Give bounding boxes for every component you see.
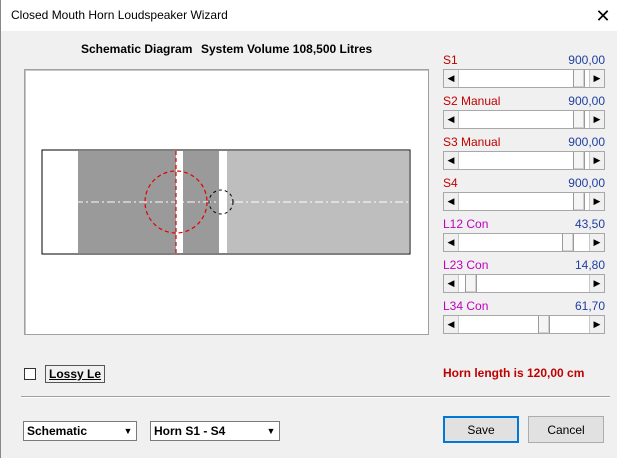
slider-value: 900,00	[568, 53, 605, 67]
arrow-left-icon[interactable]: ◀	[444, 193, 459, 210]
slider-thumb[interactable]	[538, 316, 550, 333]
horn-select-value: Horn S1 - S4	[154, 424, 226, 438]
slider-track[interactable]	[459, 111, 589, 128]
slider-track[interactable]	[459, 152, 589, 169]
arrow-left-icon[interactable]: ◀	[444, 316, 459, 333]
slider-label: L23 Con	[443, 258, 489, 272]
slider-thumb[interactable]	[573, 70, 585, 87]
view-select[interactable]: Schematic ▼	[23, 421, 137, 441]
slider-value: 900,00	[568, 135, 605, 149]
save-button-label: Save	[467, 422, 495, 437]
slider-value: 14,80	[574, 258, 605, 272]
window-title: Closed Mouth Horn Loudspeaker Wizard	[11, 8, 228, 22]
arrow-left-icon[interactable]: ◀	[444, 111, 459, 128]
chevron-down-icon[interactable]: ▼	[263, 422, 279, 440]
arrow-left-icon[interactable]: ◀	[444, 234, 459, 251]
arrow-left-icon[interactable]: ◀	[444, 70, 459, 87]
slider-value: 43,50	[574, 217, 605, 231]
slider-scrollbar[interactable]: ◀ ▶	[443, 69, 605, 88]
slider-label: S1	[443, 53, 458, 67]
slider-label: S3 Manual	[443, 135, 501, 149]
chevron-down-icon[interactable]: ▼	[120, 422, 136, 440]
arrow-right-icon[interactable]: ▶	[589, 234, 604, 251]
slider-label: L12 Con	[443, 217, 489, 231]
system-volume: System Volume 108,500 Litres	[201, 42, 373, 56]
slider-label: S2 Manual	[443, 94, 501, 108]
slider-track[interactable]	[459, 70, 589, 87]
slider-scrollbar[interactable]: ◀ ▶	[443, 233, 605, 252]
slider-scrollbar[interactable]: ◀ ▶	[443, 274, 605, 293]
schematic-canvas	[24, 69, 429, 335]
cancel-button[interactable]: Cancel	[528, 416, 604, 443]
arrow-right-icon[interactable]: ▶	[589, 111, 604, 128]
slider-value: 61,70	[574, 299, 605, 313]
slider-track[interactable]	[459, 275, 589, 292]
slider-value: 900,00	[568, 176, 605, 190]
slider-thumb[interactable]	[573, 152, 585, 169]
horn-schematic	[41, 149, 411, 255]
slider-track[interactable]	[459, 316, 589, 333]
lossy-option[interactable]: Lossy Le	[24, 365, 106, 383]
diagram-heading: Schematic Diagram	[81, 42, 193, 56]
divider	[21, 396, 610, 398]
slider-thumb[interactable]	[573, 193, 585, 210]
slider-track[interactable]	[459, 193, 589, 210]
save-button[interactable]: Save	[443, 416, 519, 443]
view-select-value: Schematic	[27, 424, 88, 438]
horn-length-status: Horn length is 120,00 cm	[443, 366, 585, 380]
slider-thumb[interactable]	[573, 111, 585, 128]
horn-select[interactable]: Horn S1 - S4 ▼	[150, 421, 280, 441]
slider-track[interactable]	[459, 234, 589, 251]
slider-scrollbar[interactable]: ◀ ▶	[443, 315, 605, 334]
slider-scrollbar[interactable]: ◀ ▶	[443, 110, 605, 129]
wizard-window: Closed Mouth Horn Loudspeaker Wizard ✕ S…	[0, 0, 617, 458]
slider-thumb[interactable]	[465, 275, 477, 292]
slider-thumb[interactable]	[562, 234, 574, 251]
cancel-button-label: Cancel	[547, 422, 585, 437]
slider-label: L34 Con	[443, 299, 489, 313]
close-icon[interactable]: ✕	[588, 2, 617, 30]
lossy-label[interactable]: Lossy Le	[45, 365, 106, 383]
title-bar: Closed Mouth Horn Loudspeaker Wizard ✕	[1, 0, 617, 31]
arrow-right-icon[interactable]: ▶	[589, 70, 604, 87]
slider-scrollbar[interactable]: ◀ ▶	[443, 192, 605, 211]
arrow-right-icon[interactable]: ▶	[589, 152, 604, 169]
slider-label: S4	[443, 176, 458, 190]
arrow-right-icon[interactable]: ▶	[589, 193, 604, 210]
arrow-right-icon[interactable]: ▶	[589, 316, 604, 333]
lossy-checkbox[interactable]	[24, 368, 36, 380]
slider-value: 900,00	[568, 94, 605, 108]
arrow-right-icon[interactable]: ▶	[589, 275, 604, 292]
arrow-left-icon[interactable]: ◀	[444, 152, 459, 169]
arrow-left-icon[interactable]: ◀	[444, 275, 459, 292]
slider-scrollbar[interactable]: ◀ ▶	[443, 151, 605, 170]
